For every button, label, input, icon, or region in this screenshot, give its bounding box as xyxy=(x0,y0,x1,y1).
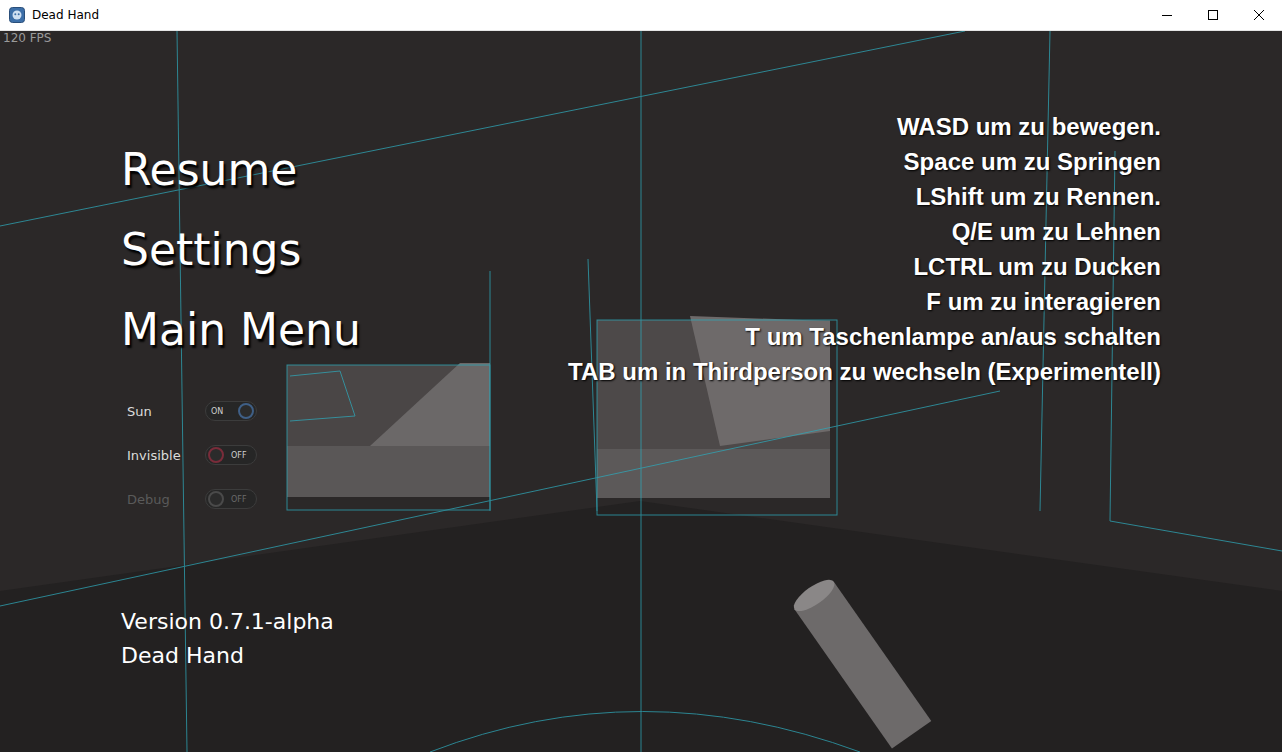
toggle-label: Debug xyxy=(121,492,205,507)
title-bar: Dead Hand xyxy=(0,0,1282,31)
toggle-state: OFF xyxy=(228,451,250,460)
toggle-state: ON xyxy=(208,407,226,416)
menu-item[interactable]: Resume xyxy=(121,130,361,210)
toggle-switch[interactable]: ON xyxy=(205,401,257,421)
game-name: Dead Hand xyxy=(121,639,361,673)
help-line: LShift um zu Rennen. xyxy=(916,179,1161,214)
close-icon[interactable] xyxy=(1236,0,1282,30)
help-line: Q/E um zu Lehnen xyxy=(952,214,1161,249)
toggle-row: Invisible OFF xyxy=(121,433,361,477)
toggle-knob xyxy=(208,447,224,463)
menu-item[interactable]: Main Menu xyxy=(121,290,361,370)
help-line: Space um zu Springen xyxy=(904,144,1161,179)
help-line: TAB um in Thirdperson zu wechseln (Exper… xyxy=(568,354,1161,389)
app-icon xyxy=(9,7,25,23)
toggle-state: OFF xyxy=(228,495,250,504)
fps-counter: 120 FPS xyxy=(3,31,51,45)
toggle-switch[interactable]: OFF xyxy=(205,445,257,465)
controls-help: WASD um zu bewegen.Space um zu SpringenL… xyxy=(568,31,1282,752)
help-line: WASD um zu bewegen. xyxy=(897,109,1161,144)
version-text: Version 0.7.1-alpha xyxy=(121,605,361,639)
toggle-knob xyxy=(208,491,224,507)
game-viewport: ResumeSettingsMain Menu SunON Invisible OFF… xyxy=(0,31,1282,752)
toggle-label: Invisible xyxy=(121,448,205,463)
toggle-row: Debug OFF xyxy=(121,477,361,521)
minimize-icon[interactable] xyxy=(1144,0,1190,30)
toggle-label: Sun xyxy=(121,404,205,419)
toggle-knob xyxy=(238,403,254,419)
menu-column: ResumeSettingsMain Menu SunON Invisible OFF… xyxy=(0,31,361,752)
menu-item[interactable]: Settings xyxy=(121,210,361,290)
maximize-icon[interactable] xyxy=(1190,0,1236,30)
version-info: Version 0.7.1-alphaDead Hand xyxy=(121,605,361,673)
toggle-switch: OFF xyxy=(205,489,257,509)
window-title: Dead Hand xyxy=(32,8,1144,22)
toggle-list: SunON Invisible OFF Debug OFF xyxy=(121,389,361,521)
help-line: LCTRL um zu Ducken xyxy=(913,249,1161,284)
toggle-row: SunON xyxy=(121,389,361,433)
help-line: T um Taschenlampe an/aus schalten xyxy=(745,319,1161,354)
pause-menu: ResumeSettingsMain Menu SunON Invisible OFF… xyxy=(0,31,1282,752)
help-line: F um zu interagieren xyxy=(926,284,1161,319)
